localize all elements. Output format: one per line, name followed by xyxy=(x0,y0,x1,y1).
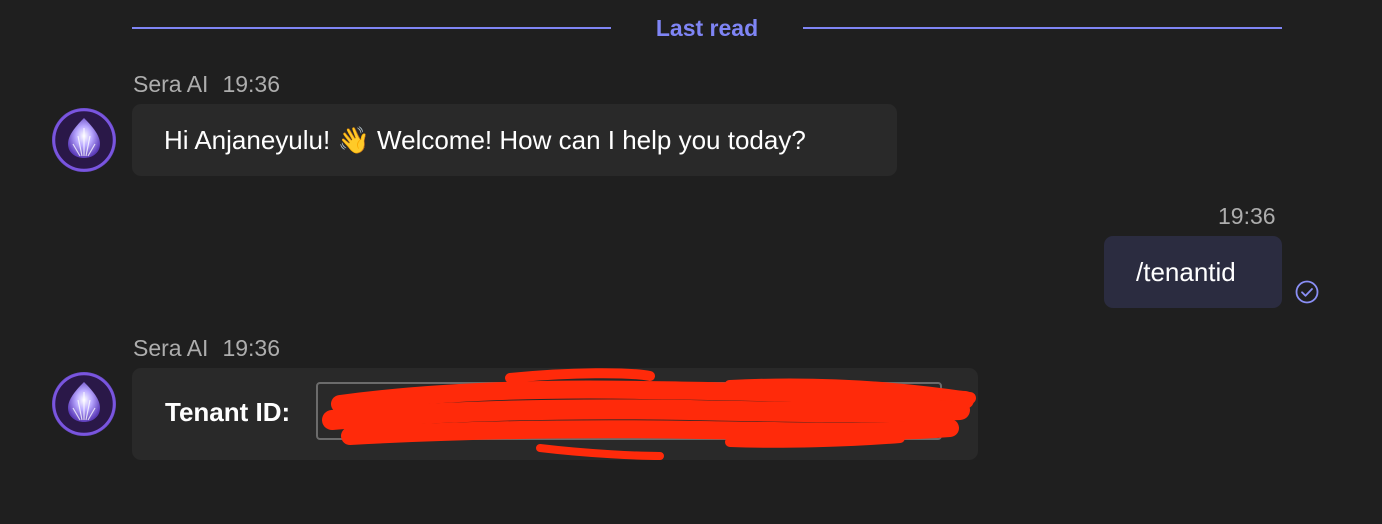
message-bubble[interactable]: Hi Anjaneyulu! 👋 Welcome! How can I help… xyxy=(132,104,897,176)
redaction-scribble xyxy=(322,368,976,460)
message-time: 19:36 xyxy=(222,335,280,361)
divider-line-left xyxy=(132,27,611,29)
divider-line-right xyxy=(803,27,1282,29)
message-meta: Sera AI 19:36 xyxy=(133,70,280,98)
sent-check-icon xyxy=(1294,279,1320,305)
last-read-label: Last read xyxy=(655,15,759,41)
message-text: Hi Anjaneyulu! 👋 Welcome! How can I help… xyxy=(164,125,806,155)
last-read-divider: Last read xyxy=(132,14,1282,42)
message-time: 19:36 xyxy=(222,71,280,97)
self-message-bubble[interactable]: /tenantid xyxy=(1104,236,1282,308)
sender-name: Sera AI xyxy=(133,335,209,361)
sender-name: Sera AI xyxy=(133,71,209,97)
chat-message-list: Last read Sera AI 19:36 Hi Anjaneyulu! 👋 … xyxy=(0,0,1382,524)
sera-ai-logo-icon[interactable] xyxy=(52,372,116,436)
message-text: /tenantid xyxy=(1136,257,1236,287)
message-meta: Sera AI 19:36 xyxy=(133,334,280,362)
sera-ai-logo-icon[interactable] xyxy=(52,108,116,172)
tenant-id-label: Tenant ID: xyxy=(165,397,291,427)
message-time: 19:36 xyxy=(1218,203,1276,229)
